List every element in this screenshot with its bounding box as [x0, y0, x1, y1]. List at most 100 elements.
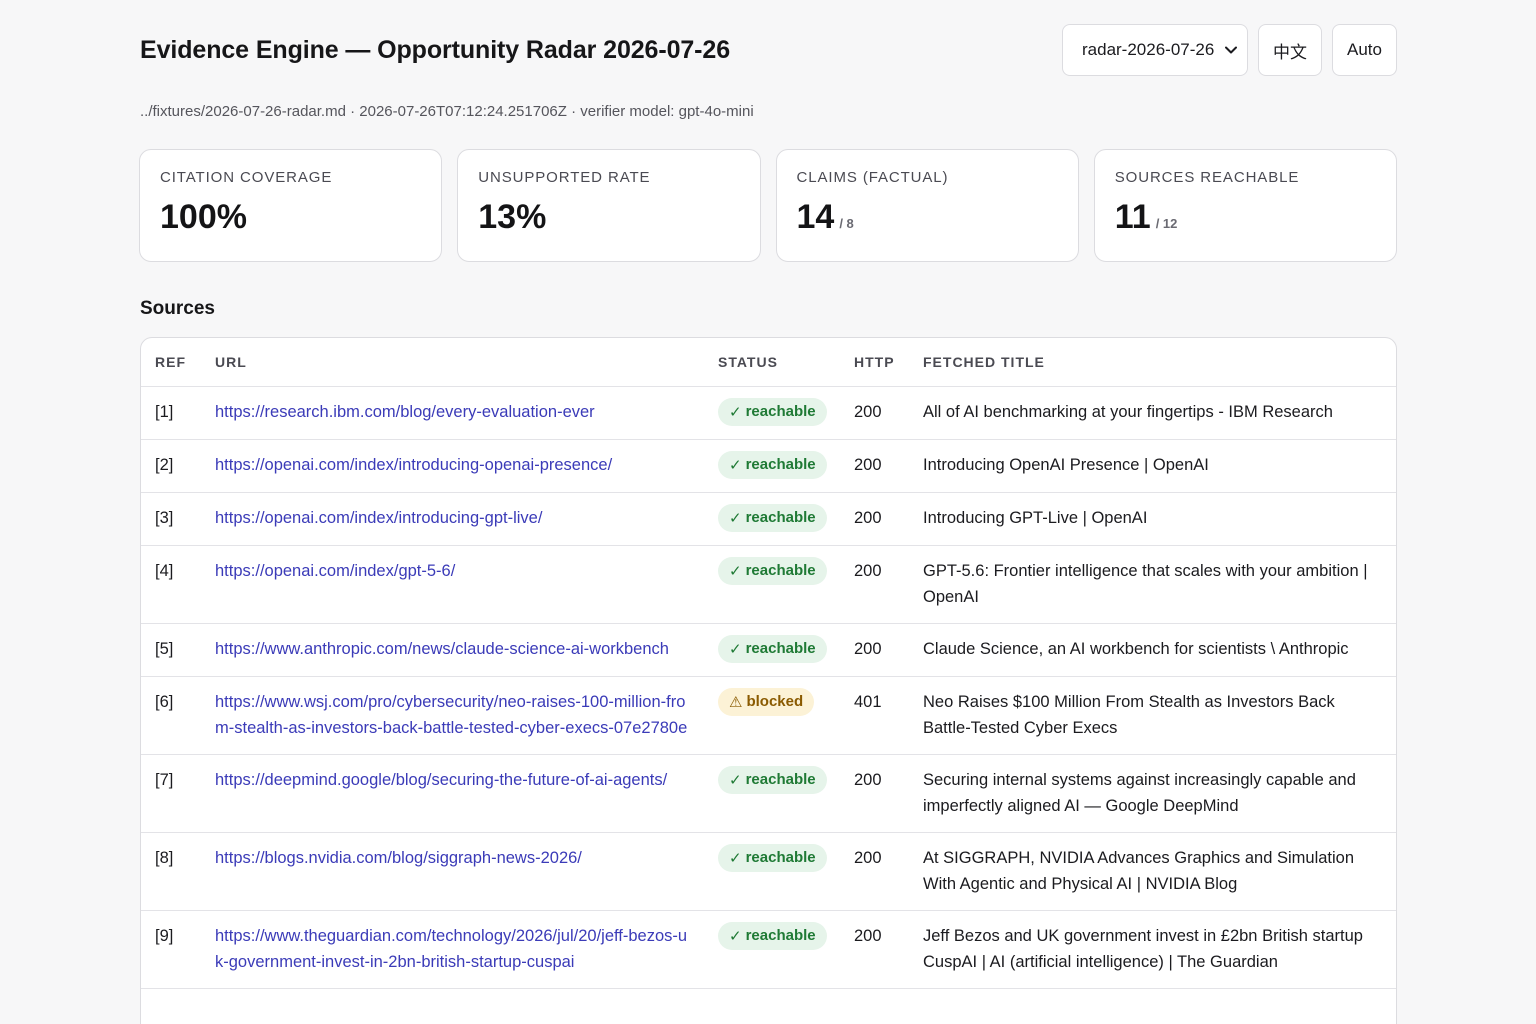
- report-select-value: radar-2026-07-26: [1082, 40, 1215, 59]
- status-text: reachable: [745, 926, 816, 944]
- sources-table-container: Ref URL Status HTTP Fetched title [1] htt…: [140, 337, 1397, 1024]
- metric-cards: Citation coverage 100% Unsupported rate …: [139, 149, 1397, 262]
- metric-value: 13%: [478, 198, 547, 236]
- http-code: 200: [840, 439, 909, 493]
- fetched-title: Introducing GPT-Live | OpenAI: [909, 492, 1396, 546]
- check-icon: ✓: [729, 455, 742, 474]
- source-ref: [4]: [141, 545, 201, 624]
- theme-auto-button[interactable]: Auto: [1332, 24, 1397, 76]
- column-header-ref: Ref: [141, 338, 201, 387]
- language-button[interactable]: 中文: [1258, 24, 1322, 76]
- column-header-http: HTTP: [840, 338, 909, 387]
- table-row: [2] https://openai.com/index/introducing-…: [141, 439, 1396, 493]
- header-controls: radar-2026-07-26 中文 Auto: [1062, 24, 1397, 76]
- status-badge: ✓ reachable: [718, 921, 827, 950]
- status-badge: ✓ reachable: [718, 634, 827, 663]
- status-text: reachable: [745, 455, 816, 473]
- check-icon: ✓: [729, 926, 742, 945]
- table-row: [1] https://research.ibm.com/blog/every-e…: [141, 386, 1396, 440]
- http-code: 200: [840, 545, 909, 624]
- metric-sub: / 12: [1155, 216, 1178, 231]
- source-url-link[interactable]: https://deepmind.google/blog/securing-th…: [215, 771, 667, 789]
- source-url-link[interactable]: https://openai.com/index/introducing-gpt…: [215, 509, 542, 527]
- metric-value: 11: [1114, 198, 1151, 236]
- table-row: [8] https://blogs.nvidia.com/blog/siggrap…: [141, 832, 1396, 911]
- check-icon: ✓: [729, 402, 742, 421]
- page: Evidence Engine — Opportunity Radar 2026…: [0, 0, 1536, 1024]
- sources-table-body: [1] https://research.ibm.com/blog/every-e…: [141, 386, 1396, 989]
- metric-card-citation-coverage: Citation coverage 100%: [139, 149, 443, 262]
- column-header-url: URL: [201, 338, 704, 387]
- http-code: 200: [840, 832, 909, 911]
- column-header-status: Status: [704, 338, 840, 387]
- source-url-link[interactable]: https://www.anthropic.com/news/claude-sc…: [215, 640, 669, 658]
- http-code: 401: [840, 676, 909, 755]
- status-badge: ✓ reachable: [718, 556, 827, 585]
- check-icon: ✓: [729, 561, 742, 580]
- http-code: 200: [840, 754, 909, 833]
- table-row: [5] https://www.anthropic.com/news/claude…: [141, 623, 1396, 677]
- fetched-title: Jeff Bezos and UK government invest in £…: [909, 910, 1396, 989]
- status-badge: ✓ reachable: [718, 503, 827, 532]
- status-text: reachable: [745, 508, 816, 526]
- metric-card-claims-factual: Claims (factual) 14 / 8: [775, 149, 1079, 262]
- source-ref: [3]: [141, 492, 201, 546]
- status-badge: ✓ reachable: [718, 765, 827, 794]
- source-url-link[interactable]: https://blogs.nvidia.com/blog/siggraph-n…: [215, 849, 582, 867]
- status-badge: ✓ reachable: [718, 450, 827, 479]
- metric-card-unsupported-rate: Unsupported rate 13%: [457, 149, 761, 262]
- metric-sub: / 8: [839, 216, 854, 231]
- status-badge: ✓ reachable: [718, 843, 827, 872]
- source-url-link[interactable]: https://openai.com/index/introducing-ope…: [215, 456, 612, 474]
- http-code: 200: [840, 492, 909, 546]
- status-text: reachable: [745, 848, 816, 866]
- http-code: 200: [840, 386, 909, 440]
- source-ref: [7]: [141, 754, 201, 833]
- source-url-link[interactable]: https://www.wsj.com/pro/cybersecurity/ne…: [215, 693, 687, 737]
- chevron-down-icon: [1225, 44, 1237, 56]
- table-row: [3] https://openai.com/index/introducing-…: [141, 492, 1396, 546]
- sources-table: Ref URL Status HTTP Fetched title [1] htt…: [141, 338, 1396, 989]
- source-ref: [9]: [141, 910, 201, 989]
- check-icon: ✓: [729, 508, 742, 527]
- fetched-title: Neo Raises $100 Million From Stealth as …: [909, 676, 1396, 755]
- source-ref: [2]: [141, 439, 201, 493]
- metric-value: 14: [796, 198, 835, 236]
- table-row: [6] https://www.wsj.com/pro/cybersecurity…: [141, 676, 1396, 755]
- column-header-fetched-title: Fetched title: [909, 338, 1396, 387]
- metric-label: Citation coverage: [160, 169, 333, 186]
- report-select[interactable]: radar-2026-07-26: [1062, 24, 1248, 76]
- fetched-title: At SIGGRAPH, NVIDIA Advances Graphics an…: [909, 832, 1396, 911]
- status-text: blocked: [746, 692, 804, 710]
- report-meta: ../fixtures/2026-07-26-radar.md · 2026-0…: [140, 103, 754, 120]
- metric-card-sources-reachable: Sources reachable 11 / 12: [1093, 149, 1397, 262]
- status-badge: ✓ reachable: [718, 397, 827, 426]
- table-row: [9] https://www.theguardian.com/technolog…: [141, 910, 1396, 989]
- fetched-title: Claude Science, an AI workbench for scie…: [909, 623, 1396, 677]
- check-icon: ✓: [729, 848, 742, 867]
- table-header-row: Ref URL Status HTTP Fetched title: [141, 338, 1396, 387]
- check-icon: ✓: [729, 770, 742, 789]
- header: Evidence Engine — Opportunity Radar 2026…: [139, 24, 1397, 78]
- metric-label: Unsupported rate: [478, 169, 651, 186]
- http-code: 200: [840, 623, 909, 677]
- metric-value: 100%: [160, 198, 247, 236]
- table-row: [7] https://deepmind.google/blog/securing…: [141, 754, 1396, 833]
- status-badge: ⚠ blocked: [718, 687, 815, 716]
- status-text: reachable: [745, 402, 816, 420]
- source-url-link[interactable]: https://research.ibm.com/blog/every-eval…: [215, 403, 595, 421]
- check-icon: ✓: [729, 639, 742, 658]
- fetched-title: Securing internal systems against increa…: [909, 754, 1396, 833]
- fetched-title: GPT-5.6: Frontier intelligence that scal…: [909, 545, 1396, 624]
- fetched-title: All of AI benchmarking at your fingertip…: [909, 386, 1396, 440]
- http-code: 200: [840, 910, 909, 989]
- table-row: [4] https://openai.com/index/gpt-5-6/ ✓ rea…: [141, 545, 1396, 624]
- status-text: reachable: [745, 770, 816, 788]
- sources-section-title: Sources: [140, 298, 215, 319]
- source-url-link[interactable]: https://openai.com/index/gpt-5-6/: [215, 562, 455, 580]
- page-title: Evidence Engine — Opportunity Radar 2026…: [140, 36, 731, 64]
- source-ref: [1]: [141, 386, 201, 440]
- metric-label: Claims (factual): [796, 169, 949, 186]
- metric-label: Sources reachable: [1114, 169, 1300, 186]
- source-url-link[interactable]: https://www.theguardian.com/technology/2…: [215, 927, 687, 971]
